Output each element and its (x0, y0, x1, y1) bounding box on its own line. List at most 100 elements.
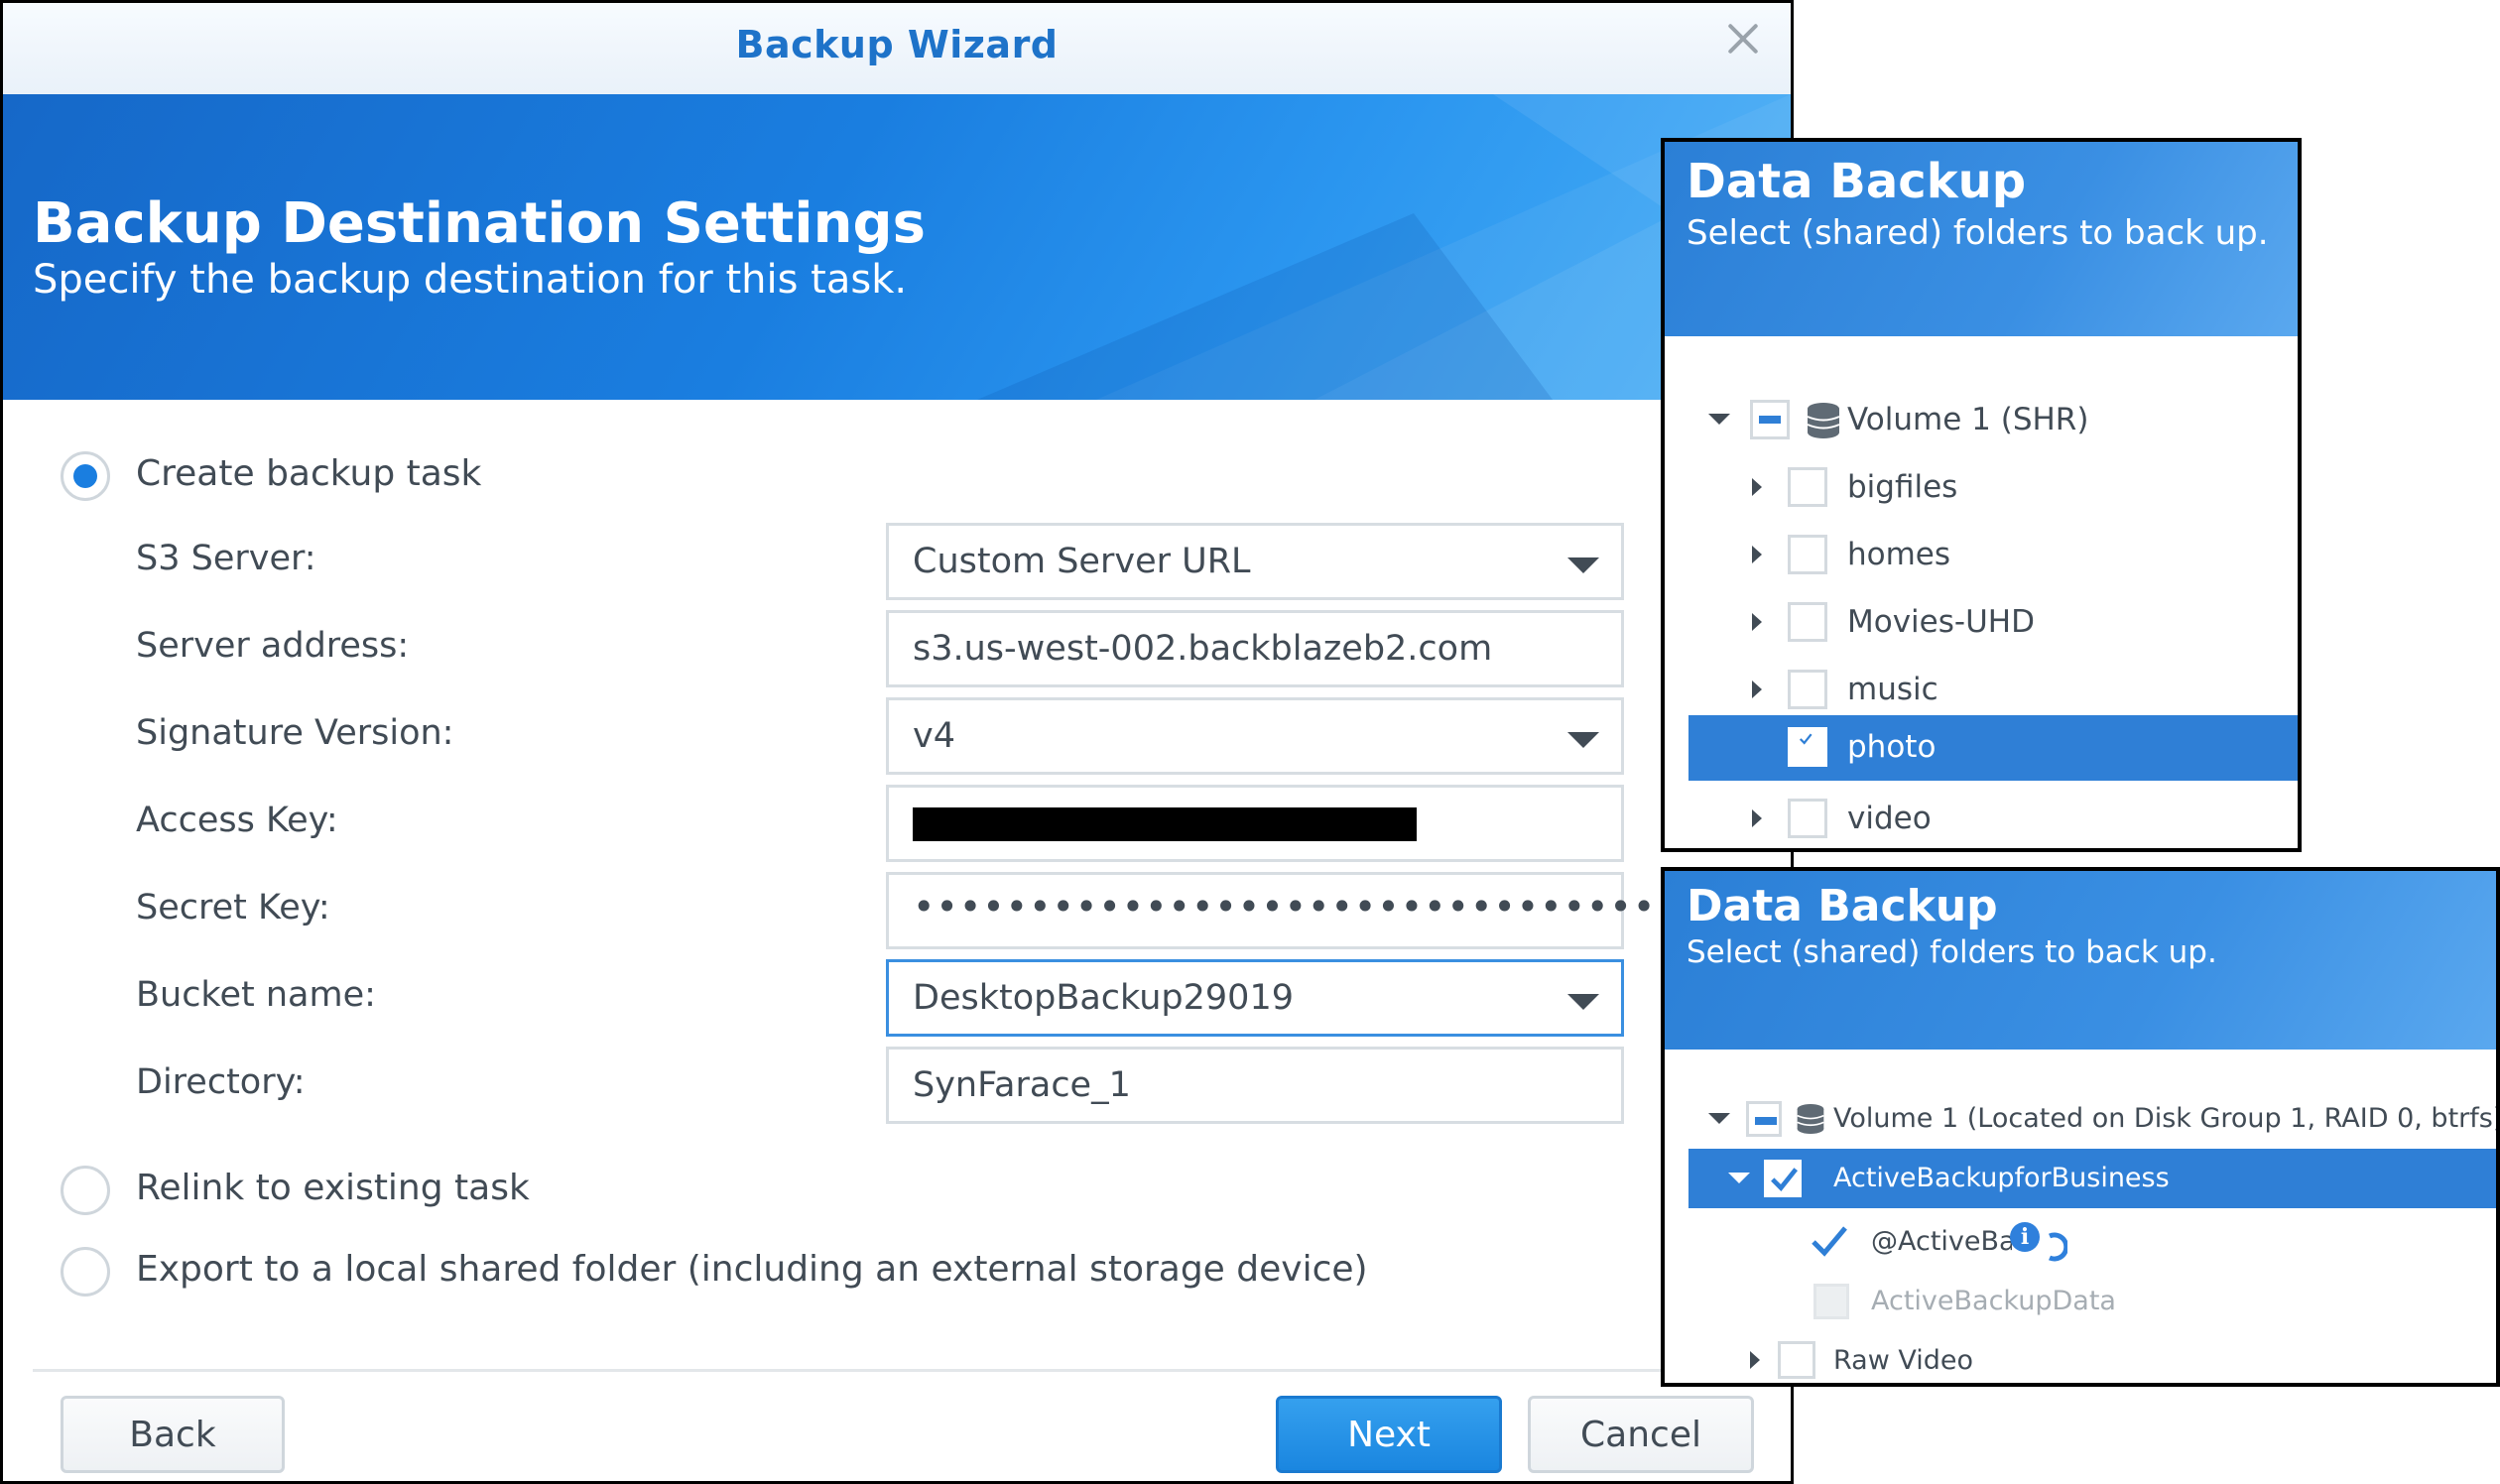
data-backup-panel-raid: Data Backup Select (shared) folders to b… (1661, 867, 2500, 1387)
create-backup-radio[interactable] (61, 451, 110, 501)
folder-checkbox[interactable] (1788, 670, 1827, 709)
expand-right-icon[interactable] (1752, 546, 1762, 563)
expand-right-icon[interactable] (1750, 1351, 1760, 1369)
folder-checkbox[interactable] (1788, 602, 1827, 642)
folder-checkbox[interactable] (1788, 799, 1827, 838)
subfolder-row-activebacku[interactable]: @ActiveBacku i (1665, 1212, 2496, 1270)
chevron-down-icon (1567, 557, 1599, 573)
export-label: Export to a local shared folder (includi… (136, 1249, 1368, 1290)
s3-server-select[interactable]: Custom Server URL (886, 523, 1624, 600)
chevron-down-icon (1567, 732, 1599, 748)
folder-row-bigfiles[interactable]: bigfiles (1665, 455, 2298, 519)
folder-checkbox-checked[interactable] (1788, 727, 1827, 767)
panel-subtitle: Select (shared) folders to back up. (1687, 213, 2269, 253)
subfolder-checkbox-disabled (1813, 1284, 1849, 1319)
volume-label: Volume 1 (Located on Disk Group 1, RAID … (1833, 1103, 2500, 1134)
volume-checkbox[interactable] (1746, 1101, 1782, 1137)
expand-down-icon[interactable] (1708, 414, 1730, 425)
panel-header: Data Backup Select (shared) folders to b… (1665, 142, 2298, 336)
close-icon[interactable] (1721, 17, 1765, 61)
folder-checkbox-checked[interactable] (1764, 1160, 1802, 1197)
secret-key-label: Secret Key: (136, 888, 330, 928)
folder-row-movies-uhd[interactable]: Movies-UHD (1665, 590, 2298, 654)
loading-spinner-icon (2049, 1232, 2067, 1262)
expand-right-icon[interactable] (1752, 809, 1762, 827)
server-address-value: s3.us-west-002.backblazeb2.com (913, 629, 1493, 669)
subfolder-label: @ActiveBacku (1871, 1226, 2012, 1257)
bucket-name-label: Bucket name: (136, 975, 376, 1015)
folder-label: bigfiles (1847, 469, 1958, 505)
expand-right-icon[interactable] (1752, 680, 1762, 698)
create-backup-label: Create backup task (136, 453, 482, 494)
bucket-name-value: DesktopBackup29019 (913, 978, 1294, 1018)
title-bar: Backup Wizard (3, 3, 1791, 94)
server-address-input[interactable]: s3.us-west-002.backblazeb2.com (886, 610, 1624, 687)
folder-row-activebackup[interactable]: ActiveBackupforBusiness (1688, 1149, 2496, 1208)
directory-label: Directory: (136, 1062, 306, 1102)
volume-row[interactable]: Volume 1 (SHR) (1665, 388, 2298, 451)
database-icon (1807, 403, 1840, 438)
server-address-label: Server address: (136, 626, 410, 666)
data-backup-panel-shr: Data Backup Select (shared) folders to b… (1661, 138, 2302, 852)
expand-down-icon[interactable] (1728, 1173, 1750, 1183)
panel-subtitle: Select (shared) folders to back up. (1687, 934, 2217, 970)
cancel-button[interactable]: Cancel (1528, 1396, 1754, 1473)
panel-header: Data Backup Select (shared) folders to b… (1665, 871, 2496, 1050)
signature-version-select[interactable]: v4 (886, 697, 1624, 775)
folder-label: music (1847, 672, 1938, 707)
folder-label: Movies-UHD (1847, 604, 2035, 640)
footer-divider (33, 1369, 1759, 1372)
expand-right-icon[interactable] (1752, 613, 1762, 631)
subfolder-row-activebackupdata: ActiveBackupData (1665, 1272, 2496, 1329)
folder-row-raw-video[interactable]: Raw Video (1665, 1331, 2496, 1383)
signature-version-value: v4 (913, 716, 955, 756)
panel-title: Data Backup (1687, 154, 2027, 209)
folder-checkbox[interactable] (1778, 1341, 1815, 1379)
back-button[interactable]: Back (61, 1396, 285, 1473)
panel-title: Data Backup (1687, 881, 1998, 931)
redacted-access-key (913, 807, 1417, 841)
signature-version-label: Signature Version: (136, 713, 454, 753)
header-banner: Backup Destination Settings Specify the … (3, 94, 1791, 400)
banner-subtitle: Specify the backup destination for this … (33, 257, 908, 303)
info-icon[interactable]: i (2010, 1222, 2040, 1252)
volume-row[interactable]: Volume 1 (Located on Disk Group 1, RAID … (1665, 1091, 2496, 1147)
subfolder-label: ActiveBackupData (1871, 1286, 2116, 1316)
access-key-label: Access Key: (136, 801, 338, 840)
folder-label: photo (1847, 729, 1937, 765)
chevron-down-icon (1567, 994, 1599, 1010)
access-key-input[interactable] (886, 785, 1624, 862)
folder-row-music[interactable]: music (1665, 658, 2298, 721)
expand-right-icon[interactable] (1752, 478, 1762, 496)
secret-key-value: •••••••••••••••••••••••••••••••• (913, 885, 1657, 928)
folder-checkbox[interactable] (1788, 535, 1827, 574)
checkmark-icon[interactable] (1810, 1222, 1849, 1260)
s3-server-value: Custom Server URL (913, 542, 1251, 581)
folder-row-homes[interactable]: homes (1665, 523, 2298, 586)
folder-label: Raw Video (1833, 1345, 1974, 1376)
folder-label: ActiveBackupforBusiness (1833, 1163, 2170, 1193)
export-radio[interactable] (61, 1247, 110, 1297)
folder-row-photo[interactable]: photo (1688, 715, 2298, 781)
folder-row-video[interactable]: video (1665, 787, 2298, 848)
directory-input[interactable]: SynFarace_1 (886, 1047, 1624, 1124)
banner-title: Backup Destination Settings (33, 191, 926, 256)
folder-checkbox[interactable] (1788, 467, 1827, 507)
next-button[interactable]: Next (1276, 1396, 1502, 1473)
banner-decoration (977, 94, 1791, 400)
folder-label: homes (1847, 537, 1951, 572)
secret-key-input[interactable]: •••••••••••••••••••••••••••••••• (886, 872, 1655, 949)
s3-server-label: S3 Server: (136, 539, 316, 578)
volume-checkbox[interactable] (1750, 400, 1790, 439)
database-icon (1797, 1104, 1824, 1134)
relink-label: Relink to existing task (136, 1168, 530, 1208)
checkmark-icon (1799, 733, 1812, 745)
expand-down-icon[interactable] (1708, 1113, 1730, 1124)
backup-wizard-window: Backup Wizard Backup Destination Setting… (0, 0, 1794, 1484)
folder-label: video (1847, 801, 1932, 836)
checkmark-icon (1771, 1168, 1799, 1191)
relink-radio[interactable] (61, 1166, 110, 1215)
volume-label: Volume 1 (SHR) (1847, 402, 2089, 437)
bucket-name-select[interactable]: DesktopBackup29019 (886, 959, 1624, 1037)
window-title: Backup Wizard (735, 23, 1059, 66)
